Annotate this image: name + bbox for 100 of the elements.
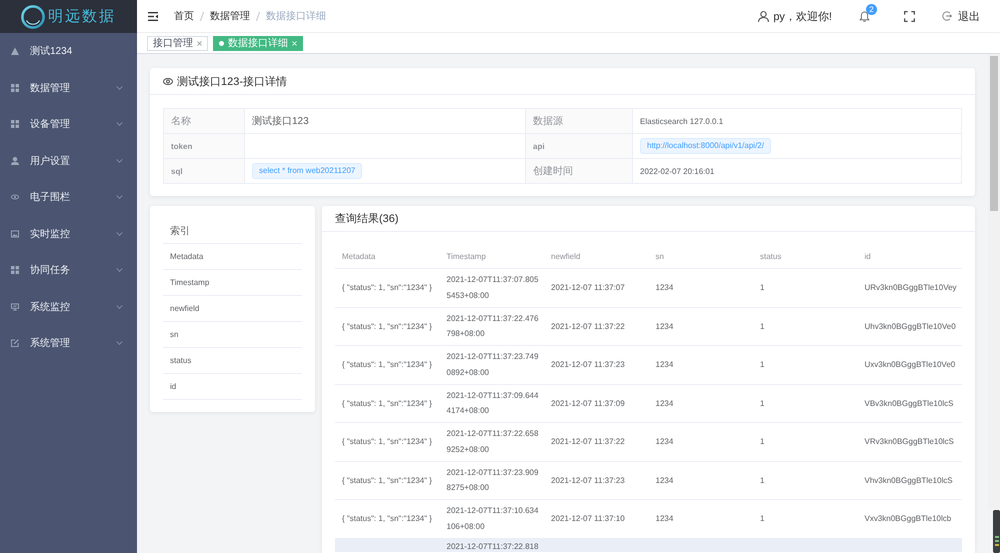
edit-icon xyxy=(11,339,19,348)
field-item: Timestamp xyxy=(163,270,302,296)
column-header: Metadata xyxy=(341,252,376,260)
table-cell-text: 2021-12-07 11:37:09 xyxy=(550,398,626,410)
table-cell-text: 1234 xyxy=(654,436,674,448)
detail-value: 测试接口123 xyxy=(245,109,526,134)
table-cell-text: { "status": 1, "sn":"1234" } xyxy=(341,398,433,410)
user-icon xyxy=(11,156,19,165)
breadcrumb-separator-icon xyxy=(200,12,204,20)
table-cell-text: 2021-12-07 11:37:10 xyxy=(550,513,626,525)
grid-icon xyxy=(11,120,19,128)
value-tag: http://localhost:8000/api/v1/api/2/ xyxy=(640,138,771,154)
menu-item[interactable]: 测试1234 xyxy=(0,33,137,70)
triangle-icon xyxy=(11,47,19,56)
table-cell-text: { "status": 1, "sn":"1234" } xyxy=(341,513,433,525)
column-header: status xyxy=(759,252,782,260)
field-item: id xyxy=(163,374,302,400)
table-cell-text: 2021-12-07 11:37:22 xyxy=(550,436,626,448)
table-row[interactable]: { "status": 1, "sn":"1234" } 2021-12-07T11:37:09.6444174+08:00 2021-12-07 11:37:09 1234 1 VBv3kn0BGggBTle10lcS xyxy=(335,384,962,423)
detail-value: Elasticsearch 127.0.0.1 xyxy=(633,109,962,134)
table-cell-text: 1 xyxy=(759,474,766,486)
table-cell-text: URv3kn0BGggBTle10Vey xyxy=(864,282,958,294)
detail-label: sql xyxy=(164,159,245,184)
table-cell-text: 2021-12-07 11:37:07 xyxy=(550,282,626,294)
logout-button[interactable]: 退出 xyxy=(942,8,980,24)
menu-item[interactable]: 协同任务 xyxy=(0,252,137,288)
field-item: sn xyxy=(163,322,302,348)
breadcrumb-item[interactable]: 首页 xyxy=(174,9,194,23)
detail-value: 2022-02-07 20:16:01 xyxy=(633,159,962,184)
table-cell-text: 1 xyxy=(759,320,766,332)
monitor-icon xyxy=(11,302,19,311)
table-row[interactable]: 2021-12-07T11:37:22.818 xyxy=(335,538,962,552)
table-cell-text: { "status": 1, "sn":"1234" } xyxy=(341,320,433,333)
menu-icon[interactable] xyxy=(148,12,158,20)
menu-item[interactable]: 系统管理 xyxy=(0,325,137,362)
table-cell-text: 2021-12-07T11:37:22.6589252+08:00 xyxy=(446,428,540,456)
column-header: id xyxy=(864,252,872,260)
dot-icon xyxy=(219,40,224,46)
detail-label: 创建时间 xyxy=(526,159,633,184)
table-cell-text: { "status": 1, "sn":"1234" } xyxy=(341,359,433,371)
table-cell-text: 1 xyxy=(759,436,766,448)
breadcrumb-separator-icon xyxy=(256,12,260,20)
side-handle-icon[interactable] xyxy=(993,510,1000,553)
table-row[interactable]: { "status": 1, "sn":"1234" } 2021-12-07T11:37:22.476798+08:00 2021-12-07 11:37:22 1234 1 Uhv3kn0BGggBTle10Ve0 xyxy=(335,308,962,346)
menu-item[interactable]: 用户设置 xyxy=(0,142,137,179)
fullscreen-icon[interactable] xyxy=(904,10,915,22)
detail-label: token xyxy=(164,134,245,159)
menu-item[interactable]: 设备管理 xyxy=(0,106,137,142)
table-cell-text: 1234 xyxy=(654,359,674,371)
table-row[interactable]: { "status": 1, "sn":"1234" } 2021-12-07T11:37:23.9098275+08:00 2021-12-07 11:37:23 1234 1 Vhv3kn0BGggBTle10lcS xyxy=(335,462,962,500)
table-cell-text: Vhv3kn0BGggBTle10lcS xyxy=(864,474,954,487)
grid-icon xyxy=(11,84,19,92)
table-cell-text: 1234 xyxy=(654,282,674,294)
card-title: 查询结果(36) xyxy=(335,212,399,226)
field-item: newfield xyxy=(163,296,302,322)
eye-icon xyxy=(11,193,19,202)
eye-icon xyxy=(163,78,173,84)
user-icon xyxy=(758,10,770,22)
table-cell-text: 1234 xyxy=(654,474,674,486)
table-cell-text: 2021-12-07T11:37:23.7490892+08:00 xyxy=(446,351,540,379)
table-cell-text: 2021-12-07T11:37:23.9098275+08:00 xyxy=(446,466,540,494)
user-menu[interactable]: py，欢迎你! xyxy=(758,8,832,24)
table-cell-text: Uhv3kn0BGggBTle10Ve0 xyxy=(864,320,957,333)
card-title: 测试接口123-接口详情 xyxy=(177,74,288,88)
menu-item[interactable]: 电子围栏 xyxy=(0,179,137,216)
table-cell-text: 2021-12-07T11:37:22.476798+08:00 xyxy=(446,312,540,340)
menu-item[interactable]: 系统监控 xyxy=(0,288,137,325)
field-item: status xyxy=(163,348,302,374)
table-cell-text: Uxv3kn0BGggBTle10Ve0 xyxy=(864,359,956,371)
menu-item[interactable]: 数据管理 xyxy=(0,70,137,106)
table-cell-text: { "status": 1, "sn":"1234" } xyxy=(341,282,433,294)
table-cell-text: 1 xyxy=(759,282,766,294)
logout-icon xyxy=(942,11,952,21)
breadcrumb-item[interactable]: 数据管理 xyxy=(210,9,250,23)
table-cell-text: 2021-12-07 11:37:22 xyxy=(550,320,626,332)
table-cell-text: 2021-12-07T11:37:22.818 xyxy=(446,540,540,552)
column-header: Timestamp xyxy=(446,252,487,260)
close-icon[interactable] xyxy=(197,40,202,46)
table-cell-text: 2021-12-07T11:37:07.8055453+08:00 xyxy=(446,274,540,302)
value-tag: select * from web20211207 xyxy=(252,163,362,179)
index-heading: 索引 xyxy=(163,218,302,244)
table-cell-text: VBv3kn0BGggBTle10lcS xyxy=(864,398,954,410)
detail-label: api xyxy=(526,134,633,159)
menu-item[interactable]: 实时监控 xyxy=(0,216,137,252)
table-cell-text: VRv3kn0BGggBTle10lcS xyxy=(864,436,955,448)
logo-text: 明远数据 xyxy=(48,8,116,26)
table-cell-text: 1 xyxy=(759,398,766,410)
table-cell-text: 2021-12-07 11:37:23 xyxy=(550,474,626,486)
column-header: sn xyxy=(654,252,665,260)
table-cell-text: 1234 xyxy=(654,513,674,525)
table-cell-text: 1 xyxy=(759,359,766,371)
table-cell-text: { "status": 1, "sn":"1234" } xyxy=(341,436,433,448)
tab[interactable]: 接口管理 xyxy=(147,36,208,50)
notification-badge: 2 xyxy=(866,4,877,14)
table-cell-text: 2021-12-07T11:37:10.634106+08:00 xyxy=(446,505,540,533)
bell-icon[interactable] xyxy=(859,10,870,22)
detail-label: 数据源 xyxy=(526,109,633,134)
table-cell-text: 1234 xyxy=(654,320,674,332)
table-cell-text: 1 xyxy=(759,513,766,525)
scrollbar[interactable] xyxy=(988,54,1000,509)
